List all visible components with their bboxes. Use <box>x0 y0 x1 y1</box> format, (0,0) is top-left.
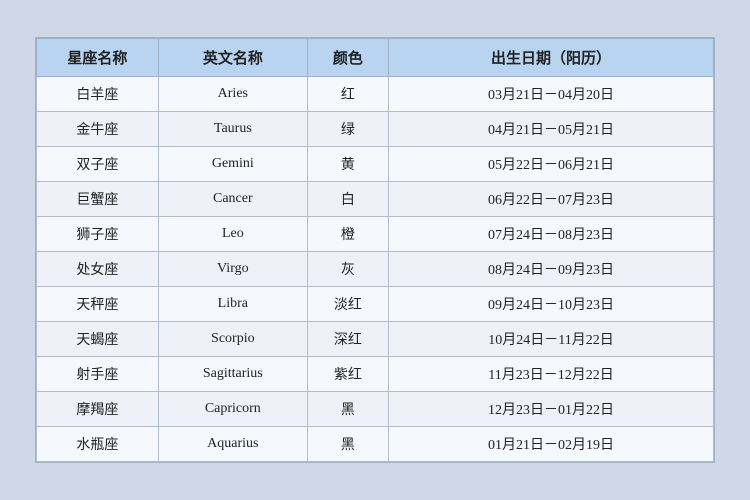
cell-date: 05月22日－06月21日 <box>389 147 714 182</box>
cell-color: 绿 <box>307 112 388 147</box>
table-row: 天蝎座Scorpio深红10月24日－11月22日 <box>37 322 714 357</box>
cell-english: Virgo <box>158 252 307 287</box>
header-date: 出生日期（阳历） <box>389 39 714 77</box>
cell-date: 01月21日－02月19日 <box>389 427 714 462</box>
cell-english: Leo <box>158 217 307 252</box>
cell-chinese: 水瓶座 <box>37 427 159 462</box>
cell-date: 03月21日－04月20日 <box>389 77 714 112</box>
cell-english: Gemini <box>158 147 307 182</box>
cell-date: 06月22日－07月23日 <box>389 182 714 217</box>
cell-date: 09月24日－10月23日 <box>389 287 714 322</box>
cell-color: 红 <box>307 77 388 112</box>
cell-english: Aquarius <box>158 427 307 462</box>
cell-chinese: 金牛座 <box>37 112 159 147</box>
zodiac-table: 星座名称 英文名称 颜色 出生日期（阳历） 白羊座Aries红03月21日－04… <box>36 38 714 462</box>
table-row: 白羊座Aries红03月21日－04月20日 <box>37 77 714 112</box>
cell-date: 08月24日－09月23日 <box>389 252 714 287</box>
table-row: 水瓶座Aquarius黑01月21日－02月19日 <box>37 427 714 462</box>
cell-chinese: 白羊座 <box>37 77 159 112</box>
cell-color: 白 <box>307 182 388 217</box>
table-row: 摩羯座Capricorn黑12月23日－01月22日 <box>37 392 714 427</box>
cell-english: Libra <box>158 287 307 322</box>
cell-chinese: 射手座 <box>37 357 159 392</box>
table-row: 射手座Sagittarius紫红11月23日－12月22日 <box>37 357 714 392</box>
cell-date: 11月23日－12月22日 <box>389 357 714 392</box>
table-row: 双子座Gemini黄05月22日－06月21日 <box>37 147 714 182</box>
cell-date: 07月24日－08月23日 <box>389 217 714 252</box>
table-row: 狮子座Leo橙07月24日－08月23日 <box>37 217 714 252</box>
cell-english: Aries <box>158 77 307 112</box>
cell-chinese: 天蝎座 <box>37 322 159 357</box>
header-english-name: 英文名称 <box>158 39 307 77</box>
cell-chinese: 处女座 <box>37 252 159 287</box>
cell-color: 橙 <box>307 217 388 252</box>
cell-color: 紫红 <box>307 357 388 392</box>
cell-date: 10月24日－11月22日 <box>389 322 714 357</box>
table-row: 金牛座Taurus绿04月21日－05月21日 <box>37 112 714 147</box>
header-chinese-name: 星座名称 <box>37 39 159 77</box>
cell-color: 灰 <box>307 252 388 287</box>
cell-chinese: 摩羯座 <box>37 392 159 427</box>
cell-color: 深红 <box>307 322 388 357</box>
cell-english: Cancer <box>158 182 307 217</box>
header-color: 颜色 <box>307 39 388 77</box>
cell-english: Sagittarius <box>158 357 307 392</box>
cell-chinese: 巨蟹座 <box>37 182 159 217</box>
table-row: 处女座Virgo灰08月24日－09月23日 <box>37 252 714 287</box>
cell-chinese: 双子座 <box>37 147 159 182</box>
table-row: 巨蟹座Cancer白06月22日－07月23日 <box>37 182 714 217</box>
cell-chinese: 天秤座 <box>37 287 159 322</box>
cell-english: Taurus <box>158 112 307 147</box>
zodiac-table-container: 星座名称 英文名称 颜色 出生日期（阳历） 白羊座Aries红03月21日－04… <box>35 37 715 463</box>
cell-english: Scorpio <box>158 322 307 357</box>
cell-color: 黑 <box>307 392 388 427</box>
table-header-row: 星座名称 英文名称 颜色 出生日期（阳历） <box>37 39 714 77</box>
cell-chinese: 狮子座 <box>37 217 159 252</box>
cell-color: 淡红 <box>307 287 388 322</box>
cell-color: 黄 <box>307 147 388 182</box>
cell-color: 黑 <box>307 427 388 462</box>
table-body: 白羊座Aries红03月21日－04月20日金牛座Taurus绿04月21日－0… <box>37 77 714 462</box>
cell-english: Capricorn <box>158 392 307 427</box>
table-row: 天秤座Libra淡红09月24日－10月23日 <box>37 287 714 322</box>
cell-date: 12月23日－01月22日 <box>389 392 714 427</box>
cell-date: 04月21日－05月21日 <box>389 112 714 147</box>
